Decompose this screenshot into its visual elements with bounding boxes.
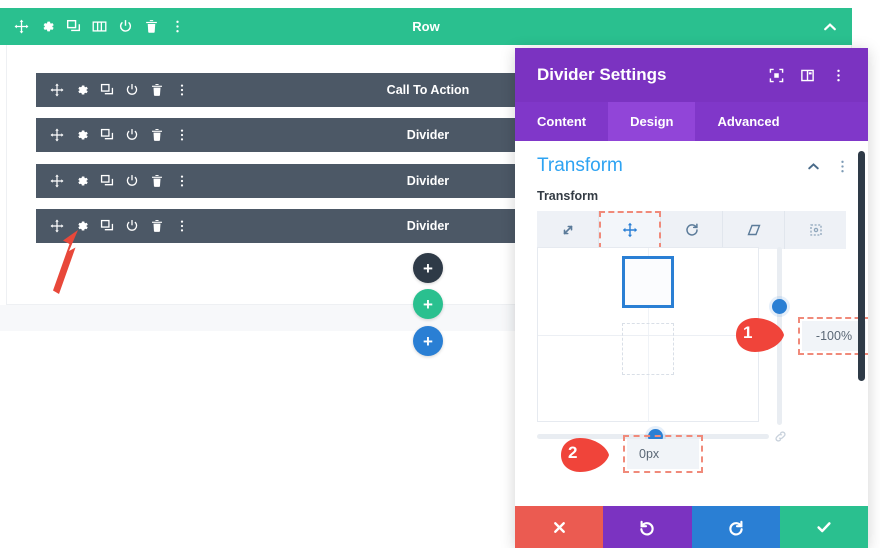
add-row-button[interactable]: +	[413, 289, 443, 319]
panel-title: Divider Settings	[537, 65, 667, 84]
module-toolbar-tools	[50, 174, 189, 188]
gear-icon[interactable]	[40, 19, 55, 34]
callout-1: 1	[730, 315, 786, 355]
disable-icon[interactable]	[125, 219, 139, 233]
more-icon[interactable]	[175, 83, 189, 97]
rotate-button[interactable]	[661, 211, 723, 249]
trash-icon[interactable]	[150, 219, 164, 233]
scale-button[interactable]	[537, 211, 599, 249]
rotate-icon	[684, 222, 700, 238]
chevron-up-icon[interactable]	[822, 19, 838, 35]
more-icon[interactable]	[175, 128, 189, 142]
callout-1-number: 1	[743, 323, 753, 342]
move-icon[interactable]	[50, 128, 64, 142]
tab-advanced[interactable]: Advanced	[695, 102, 801, 141]
gear-icon[interactable]	[75, 83, 89, 97]
panel-layout-icon[interactable]	[800, 68, 815, 83]
redo-icon	[727, 518, 745, 536]
move-icon[interactable]	[50, 83, 64, 97]
trash-icon[interactable]	[150, 83, 164, 97]
gear-icon[interactable]	[75, 128, 89, 142]
disable-icon[interactable]	[125, 174, 139, 188]
save-button[interactable]	[779, 506, 868, 548]
panel-header-icons	[769, 68, 846, 83]
divider-settings-panel: Divider Settings Content Design Advanced…	[515, 48, 868, 548]
panel-scrollbar[interactable]	[858, 151, 865, 381]
disable-icon[interactable]	[118, 19, 133, 34]
panel-tabs: Content Design Advanced	[515, 102, 868, 141]
skew-button[interactable]	[723, 211, 785, 249]
origin-button[interactable]	[785, 211, 846, 249]
close-icon	[551, 519, 568, 536]
transform-preview-canvas[interactable]	[537, 247, 759, 422]
panel-body: Transform Transform -100% 0px 1 2	[515, 141, 868, 506]
panel-footer	[515, 506, 868, 548]
section-title: Transform	[537, 155, 623, 176]
gear-icon[interactable]	[75, 174, 89, 188]
module-toolbar-tools	[50, 128, 189, 142]
origin-ghost-square	[622, 322, 674, 375]
tab-content[interactable]: Content	[515, 102, 608, 141]
disable-icon[interactable]	[125, 83, 139, 97]
red-arrow-annotation	[38, 228, 94, 300]
trash-icon[interactable]	[150, 174, 164, 188]
duplicate-icon[interactable]	[100, 128, 114, 142]
row-toolbar-tools	[14, 19, 185, 34]
more-icon[interactable]	[175, 219, 189, 233]
plus-icon: +	[423, 294, 433, 314]
scale-icon	[560, 222, 576, 238]
move-icon[interactable]	[50, 174, 64, 188]
plus-icon: +	[423, 331, 433, 351]
undo-button[interactable]	[603, 506, 692, 548]
trash-icon[interactable]	[150, 128, 164, 142]
cancel-button[interactable]	[515, 506, 604, 548]
chevron-up-icon[interactable]	[806, 159, 821, 174]
translate-x-value[interactable]: 0px	[623, 435, 703, 473]
transform-canvas-area: -100% 0px 1 2	[537, 247, 868, 473]
disable-icon[interactable]	[125, 128, 139, 142]
panel-more-icon[interactable]	[831, 68, 846, 83]
callout-2-number: 2	[568, 443, 578, 462]
more-icon[interactable]	[170, 19, 185, 34]
transform-mode-group	[537, 211, 846, 249]
skew-icon	[746, 222, 762, 238]
duplicate-icon[interactable]	[100, 174, 114, 188]
tab-design[interactable]: Design	[608, 102, 696, 141]
translate-icon	[622, 222, 638, 238]
translate-button[interactable]	[599, 211, 661, 249]
transform-preview-square[interactable]	[622, 255, 674, 308]
duplicate-icon[interactable]	[100, 219, 114, 233]
vertical-slider-handle[interactable]	[772, 299, 787, 314]
more-icon[interactable]	[175, 174, 189, 188]
transform-field-label: Transform	[537, 189, 599, 203]
callout-2: 2	[555, 435, 611, 475]
row-toolbar[interactable]: Row	[0, 8, 852, 45]
module-toolbar-tools	[50, 83, 189, 97]
section-more-icon[interactable]	[835, 159, 850, 174]
move-icon[interactable]	[14, 19, 29, 34]
columns-icon[interactable]	[92, 19, 107, 34]
focus-mode-icon[interactable]	[769, 68, 784, 83]
trash-icon[interactable]	[144, 19, 159, 34]
link-icon[interactable]	[773, 429, 788, 444]
duplicate-icon[interactable]	[66, 19, 81, 34]
builder-screen: Row Call To Action Divider Divider Divid…	[0, 0, 880, 548]
undo-icon	[638, 518, 656, 536]
check-icon	[815, 518, 833, 536]
transform-section-header[interactable]: Transform	[515, 141, 868, 183]
redo-button[interactable]	[691, 506, 780, 548]
translate-y-value[interactable]: -100%	[798, 317, 868, 355]
add-section-button[interactable]: +	[413, 326, 443, 356]
origin-icon	[808, 222, 824, 238]
duplicate-icon[interactable]	[100, 83, 114, 97]
plus-icon: +	[423, 258, 433, 278]
section-header-icons	[806, 159, 850, 174]
panel-header: Divider Settings	[515, 48, 868, 102]
add-module-button[interactable]: +	[413, 253, 443, 283]
